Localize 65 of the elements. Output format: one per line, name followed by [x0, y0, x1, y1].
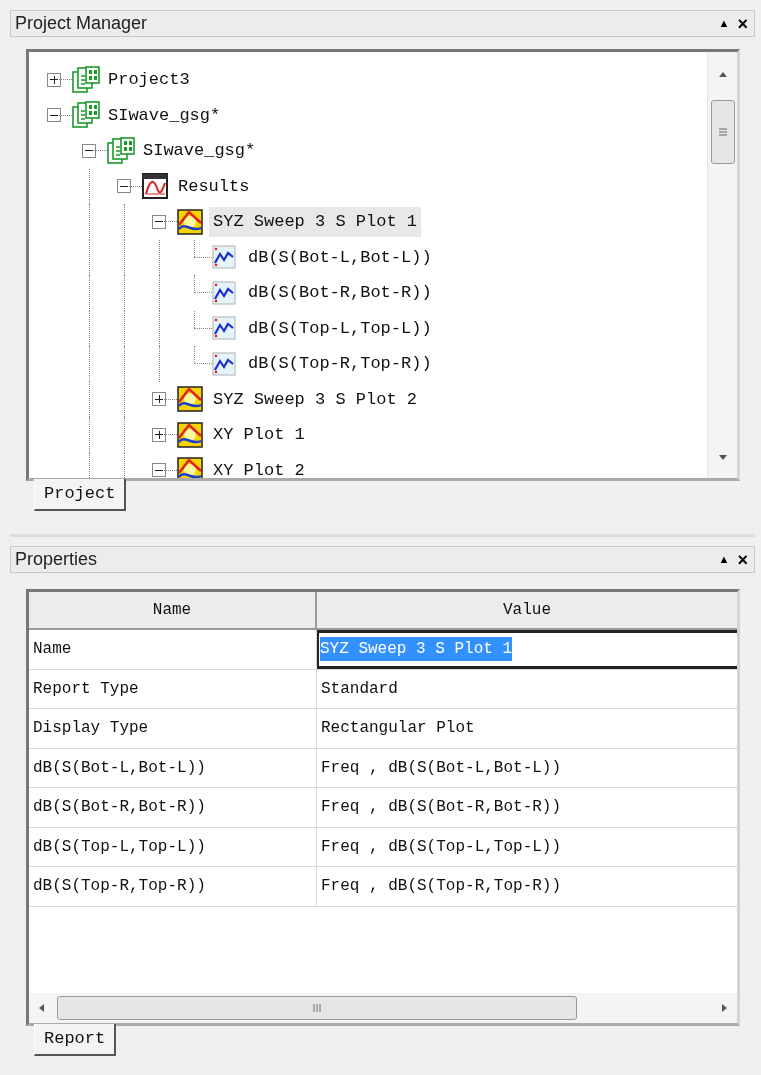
- property-value: Freq , dB(S(Bot-L,Bot-L)): [320, 757, 563, 779]
- scroll-left-icon: [37, 1002, 45, 1014]
- plot-icon: [177, 457, 203, 478]
- plot-icon: [177, 421, 203, 448]
- project-icon: [72, 101, 100, 130]
- property-name: dB(S(Top-R,Top-R)): [29, 867, 317, 906]
- tree-item[interactable]: Project3: [104, 64, 194, 95]
- property-name: Name: [29, 630, 317, 669]
- expand-toggle[interactable]: [47, 72, 61, 87]
- expand-toggle[interactable]: [152, 427, 166, 442]
- property-value: Rectangular Plot: [320, 718, 476, 740]
- trace-icon: [212, 245, 236, 270]
- scroll-right-icon: [721, 1002, 729, 1014]
- tree-item[interactable]: SYZ Sweep 3 S Plot 1: [209, 206, 422, 237]
- panel-tab[interactable]: Report: [34, 1024, 117, 1056]
- panel-title: Properties: [15, 548, 98, 571]
- tree-item[interactable]: dB(S(Top-R,Top-R)): [244, 348, 436, 379]
- tree-item[interactable]: SYZ Sweep 3 S Plot 2: [209, 384, 422, 415]
- collapse-toggle[interactable]: [117, 179, 131, 194]
- trace-icon: [212, 316, 236, 341]
- property-name: Display Type: [29, 709, 317, 748]
- grip-icon: [312, 1003, 322, 1013]
- expand-toggle[interactable]: [152, 392, 166, 407]
- property-value: Freq , dB(S(Top-L,Top-L)): [320, 836, 563, 858]
- scroll-up-icon: [716, 70, 729, 78]
- scroll-down-icon: [716, 454, 729, 462]
- column-header[interactable]: Name: [29, 592, 317, 628]
- grip-icon: [717, 127, 728, 137]
- project-icon: [72, 65, 100, 94]
- property-name: dB(S(Bot-L,Bot-L)): [29, 748, 317, 787]
- collapse-toggle[interactable]: [152, 463, 166, 478]
- property-value: Standard: [320, 678, 399, 700]
- collapse-toggle[interactable]: [82, 143, 96, 158]
- property-name: dB(S(Top-L,Top-L)): [29, 827, 317, 866]
- tree-item[interactable]: XY Plot 2: [209, 455, 309, 478]
- tree-item[interactable]: dB(S(Top-L,Top-L)): [244, 313, 436, 344]
- panel-tab[interactable]: Project: [34, 479, 127, 511]
- collapse-button[interactable]: ▲: [718, 554, 730, 565]
- collapse-toggle[interactable]: [152, 214, 166, 229]
- property-value: Freq , dB(S(Bot-R,Bot-R)): [320, 797, 563, 819]
- trace-icon: [212, 351, 236, 376]
- trace-icon: [212, 280, 236, 305]
- tree-item[interactable]: XY Plot 1: [209, 419, 309, 450]
- column-header[interactable]: Value: [317, 592, 737, 628]
- close-button[interactable]: ×: [737, 14, 748, 33]
- collapse-button[interactable]: ▲: [718, 18, 730, 29]
- close-button[interactable]: ×: [737, 550, 748, 569]
- tree-item[interactable]: dB(S(Bot-R,Bot-R)): [244, 277, 436, 308]
- panel-title: Project Manager: [15, 12, 148, 35]
- collapse-toggle[interactable]: [47, 108, 61, 123]
- vertical-scrollbar[interactable]: [707, 52, 737, 478]
- plot-icon: [177, 386, 203, 413]
- scrollbar-thumb[interactable]: [57, 996, 577, 1020]
- property-name: Report Type: [29, 669, 317, 708]
- plot-icon: [177, 208, 203, 235]
- project-icon: [107, 136, 135, 165]
- chart-icon: [142, 173, 168, 200]
- tree-item[interactable]: Results: [174, 171, 254, 202]
- scrollbar-thumb[interactable]: [710, 100, 735, 164]
- horizontal-scrollbar[interactable]: [29, 993, 737, 1023]
- tree-item[interactable]: SIwave_gsg*: [139, 135, 260, 166]
- tree-item[interactable]: dB(S(Bot-L,Bot-L)): [244, 242, 436, 273]
- tree-item[interactable]: SIwave_gsg*: [104, 100, 225, 131]
- property-name: dB(S(Bot-R,Bot-R)): [29, 788, 317, 827]
- property-value: Freq , dB(S(Top-R,Top-R)): [320, 876, 563, 898]
